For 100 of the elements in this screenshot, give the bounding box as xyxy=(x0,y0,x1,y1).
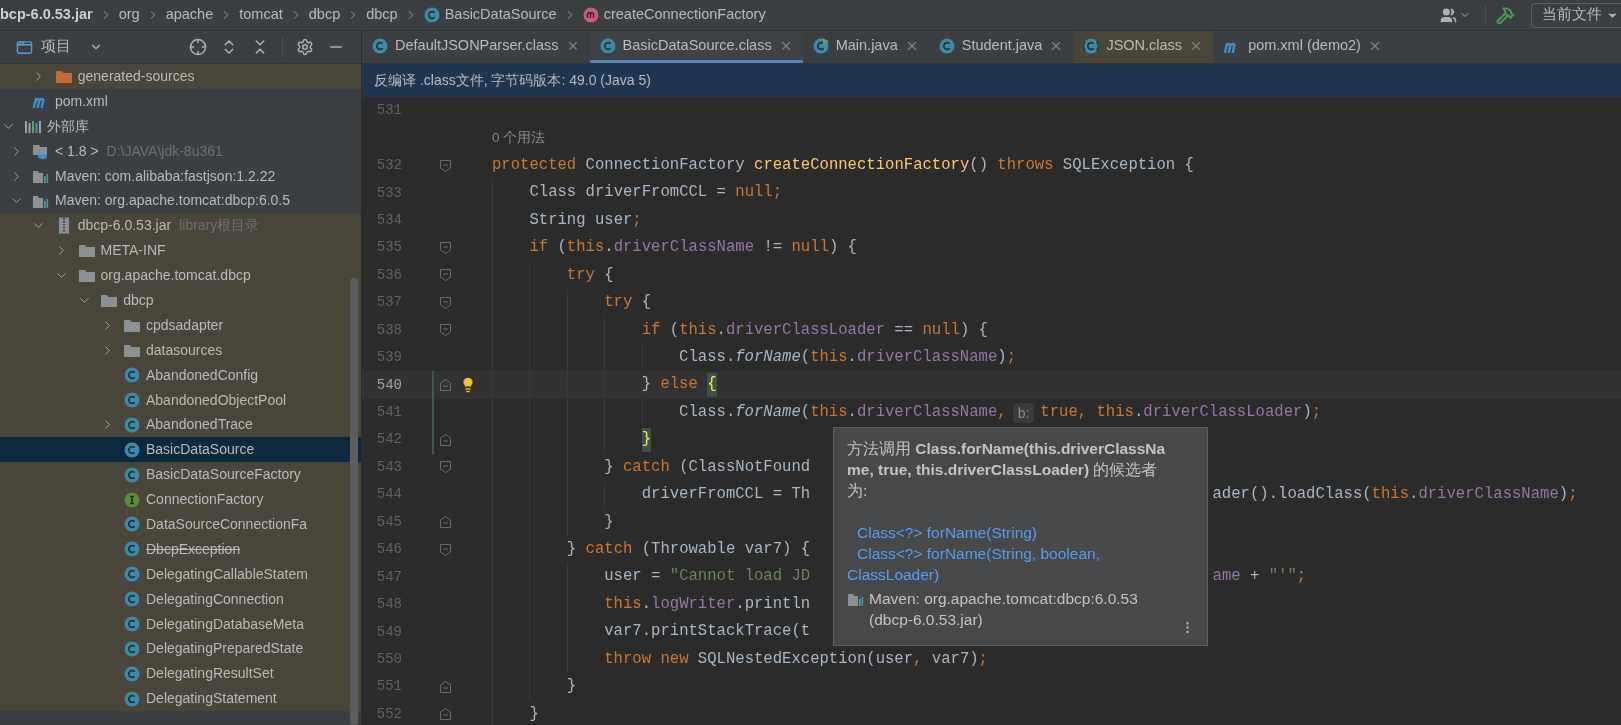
file-name: DelegatingResultSet xyxy=(146,664,274,684)
editor-tab[interactable]: pom.xml (demo2) xyxy=(1213,31,1392,63)
window-icon xyxy=(16,38,33,56)
tree-row[interactable]: pom.xml xyxy=(0,88,361,114)
breadcrumb-item[interactable]: bcp-6.0.53.jar xyxy=(0,4,93,26)
locate-icon[interactable] xyxy=(189,38,207,56)
fold-icon[interactable] xyxy=(439,461,451,474)
class-icon xyxy=(124,640,140,657)
code-text: try { xyxy=(566,264,614,286)
fold-icon[interactable] xyxy=(439,543,451,556)
fold-icon[interactable] xyxy=(439,269,451,282)
editor-tab[interactable]: DefaultJSONParser.class xyxy=(362,31,590,63)
tab-label: BasicDataSource.class xyxy=(622,35,772,55)
fold-icon[interactable] xyxy=(439,159,451,172)
change-marker[interactable] xyxy=(432,398,434,427)
class-icon xyxy=(423,7,440,23)
file-name: Maven: com.alibaba:fastjson:1.2.22 xyxy=(55,166,276,186)
fold-icon[interactable] xyxy=(439,680,451,693)
line-number: 541 xyxy=(376,403,402,423)
popup-message: 方法调用 Class.forName(this.driverClassName, true, this.driverClassLoader) 的候选者为: xyxy=(847,439,1167,501)
class-icon xyxy=(124,591,140,608)
users-dropdown-icon[interactable] xyxy=(1440,6,1471,24)
line-number: 546 xyxy=(376,540,402,560)
line-number: 531 xyxy=(376,101,402,121)
editor-tab[interactable]: Main.java xyxy=(802,31,929,63)
tree-row[interactable]: ConnectionFactory xyxy=(0,487,361,513)
tree-row[interactable]: 外部库 xyxy=(0,113,361,139)
tree-row[interactable]: AbandonedObjectPool xyxy=(0,387,361,413)
file-name: DbcpException xyxy=(146,539,241,559)
settings-icon[interactable] xyxy=(296,38,314,56)
fold-icon[interactable] xyxy=(439,433,451,446)
lightbulb-icon[interactable] xyxy=(460,377,476,394)
candidate-link[interactable]: Class<?> forName(String) xyxy=(847,522,1177,543)
tree-row[interactable]: Maven: com.alibaba:fastjson:1.2.22 xyxy=(0,163,361,189)
tree-row[interactable]: AbandonedTrace xyxy=(0,412,361,438)
tree-row[interactable]: DelegatingCallableStatem xyxy=(0,561,361,587)
file-name: AbandonedTrace xyxy=(146,415,253,435)
tree-row[interactable]: generated-sources xyxy=(0,64,361,89)
candidate-link[interactable]: Class<?> forName(String, boolean, ClassLoader) xyxy=(847,543,1177,585)
library-source: Maven: org.apache.tomcat:dbcp:6.0.53 (dbcp-6.0.53.jar) xyxy=(869,589,1139,630)
tree-row[interactable]: DelegatingResultSet xyxy=(0,661,361,687)
line-number: 537 xyxy=(376,293,402,313)
tree-row[interactable]: datasources xyxy=(0,337,361,363)
fold-icon[interactable] xyxy=(439,379,451,392)
line-number: 547 xyxy=(376,567,402,587)
usages-hint[interactable]: 0 个用法 xyxy=(492,128,546,149)
line-number: 534 xyxy=(376,210,402,230)
tree-row[interactable]: BasicDataSourceFactory xyxy=(0,462,361,488)
code-text: driverFromCCL = Th xyxy=(641,484,811,506)
file-name: AbandonedObjectPool xyxy=(146,390,287,410)
file-name: DataSourceConnectionFa xyxy=(146,514,308,534)
folder-icon xyxy=(54,68,73,84)
hammer-icon[interactable] xyxy=(1496,5,1515,25)
tree-row[interactable]: DataSourceConnectionFa xyxy=(0,512,361,537)
editor-tab[interactable]: JSON.class xyxy=(1073,31,1214,63)
panel-title[interactable]: 项目 xyxy=(41,36,71,58)
tree-row[interactable]: DelegatingConnection xyxy=(0,586,361,612)
tree-row[interactable]: BasicDataSource xyxy=(0,437,361,463)
breadcrumb-item[interactable]: dbcp xyxy=(308,4,341,26)
line-number: 543 xyxy=(376,457,402,477)
tree-row[interactable]: AbandonedConfig xyxy=(0,362,361,388)
code-text: } xyxy=(641,426,652,454)
tab-label: pom.xml (demo2) xyxy=(1248,35,1361,55)
tree-row[interactable]: dbcp xyxy=(0,288,361,313)
line-number: 533 xyxy=(376,183,402,203)
tree-row[interactable]: DelegatingPreparedState xyxy=(0,636,361,662)
change-marker[interactable] xyxy=(432,371,434,399)
file-name: BasicDataSource xyxy=(146,440,255,460)
line-number: 551 xyxy=(376,677,402,697)
breadcrumb-item[interactable]: BasicDataSource xyxy=(444,4,557,26)
fold-icon[interactable] xyxy=(439,516,451,529)
runnable-class-icon xyxy=(812,37,829,54)
tree-row[interactable]: DelegatingDatabaseMeta xyxy=(0,611,361,637)
breadcrumb-item[interactable]: dbcp xyxy=(366,4,398,26)
tree-row[interactable]: META-INF xyxy=(0,238,361,264)
tree-row[interactable]: org.apache.tomcat.dbcp xyxy=(0,263,361,288)
breadcrumb-item[interactable]: createConnectionFactory xyxy=(603,4,766,26)
line-number: 544 xyxy=(376,485,402,505)
breadcrumb-item[interactable]: org xyxy=(118,4,140,26)
line-number: 545 xyxy=(376,512,402,532)
class-icon xyxy=(124,541,140,558)
tree-row[interactable]: DbcpException xyxy=(0,536,361,562)
tab-label: Main.java xyxy=(835,35,898,55)
breadcrumb-item[interactable]: tomcat xyxy=(239,4,283,26)
tree-row[interactable]: Maven: org.apache.tomcat:dbcp:6.0.5 xyxy=(0,188,361,214)
fold-icon[interactable] xyxy=(439,708,451,721)
line-number: 552 xyxy=(376,704,402,724)
tree-row[interactable]: DelegatingStatement xyxy=(0,686,361,712)
file-name: dbcp-6.0.53.jar xyxy=(77,216,172,236)
file-name: ConnectionFactory xyxy=(146,490,264,510)
fold-icon[interactable] xyxy=(439,241,451,254)
scope-dropdown[interactable]: 当前文件 xyxy=(1531,2,1621,28)
tree-row[interactable]: cpdsadapter xyxy=(0,312,361,338)
editor-tab[interactable]: Student.java xyxy=(928,31,1074,63)
breadcrumb-item[interactable]: apache xyxy=(165,4,214,26)
change-marker[interactable] xyxy=(432,426,434,454)
scrollbar-thumb[interactable] xyxy=(350,278,358,725)
code-text: Class driverFromCCL = null; xyxy=(529,182,783,204)
fold-icon[interactable] xyxy=(439,324,451,337)
fold-icon[interactable] xyxy=(439,296,451,309)
